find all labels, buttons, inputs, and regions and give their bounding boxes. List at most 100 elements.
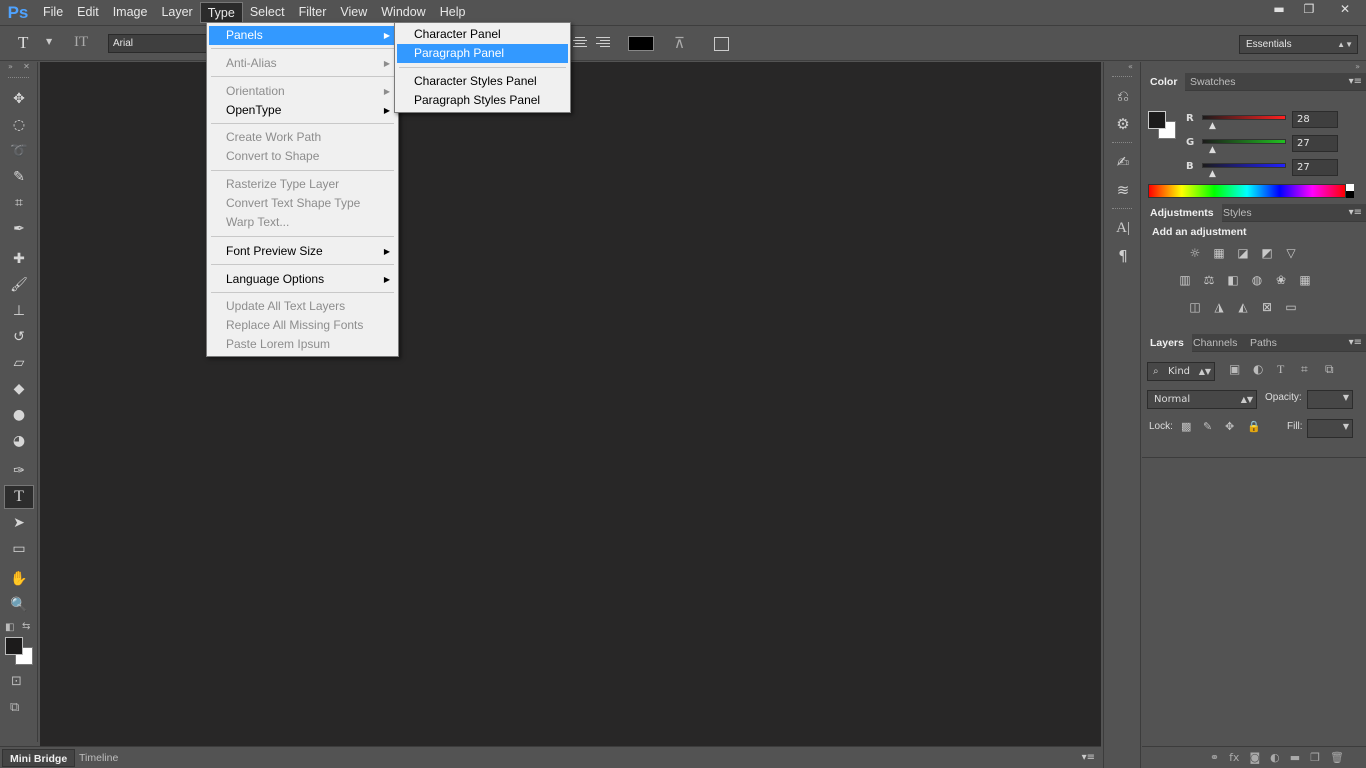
menu-item-anti-alias[interactable]: Anti-Alias ▶ [209, 54, 396, 73]
toggle-panels-icon[interactable] [714, 37, 729, 51]
red-value-field[interactable]: 28 [1292, 111, 1338, 128]
brush-panel-icon[interactable]: ≋ [1104, 176, 1142, 204]
menu-image[interactable]: Image [106, 2, 155, 23]
gradient-map-icon[interactable]: ▭ [1282, 298, 1300, 316]
blue-slider[interactable] [1202, 163, 1286, 168]
align-center-icon[interactable] [573, 37, 587, 49]
preset-caret-icon[interactable]: ▼ [46, 37, 52, 46]
marquee-tool-icon[interactable]: ◌ [4, 113, 34, 137]
link-layers-icon[interactable]: ⚭ [1210, 751, 1219, 764]
menu-filter[interactable]: Filter [292, 2, 334, 23]
invert-icon[interactable]: ◫ [1186, 298, 1204, 316]
type-tool-icon[interactable]: T [4, 485, 34, 509]
levels-icon[interactable]: ▦ [1210, 244, 1228, 262]
properties-panel-icon[interactable]: ⚙ [1104, 110, 1142, 138]
crop-tool-icon[interactable]: ⌗ [4, 191, 34, 215]
tab-timeline[interactable]: Timeline [72, 749, 125, 767]
fill-field[interactable]: ▼ [1307, 419, 1353, 438]
curves-icon[interactable]: ◪ [1234, 244, 1252, 262]
path-selection-tool-icon[interactable]: ➤ [4, 511, 34, 535]
menu-item-update-all-text-layers[interactable]: Update All Text Layers [209, 297, 396, 316]
green-thumb-icon[interactable]: ▲ [1209, 145, 1216, 155]
document-canvas[interactable] [40, 62, 1101, 746]
menu-item-convert-to-shape[interactable]: Convert to Shape [209, 147, 396, 166]
exposure-icon[interactable]: ◩ [1258, 244, 1276, 262]
close-button[interactable]: ✕ [1324, 0, 1366, 18]
eraser-tool-icon[interactable]: ▱ [4, 351, 34, 375]
color-spectrum-bar[interactable] [1148, 184, 1346, 198]
menu-item-warp-text[interactable]: Warp Text... [209, 213, 396, 232]
menu-item-opentype[interactable]: OpenType ▶ [209, 101, 396, 120]
layers-list[interactable] [1142, 457, 1366, 768]
submenu-item-character-styles-panel[interactable]: Character Styles Panel [397, 72, 568, 91]
tab-color[interactable]: Color [1142, 73, 1186, 91]
new-adjustment-icon[interactable]: ◐ [1270, 751, 1280, 764]
text-color-swatch[interactable] [628, 36, 654, 51]
red-thumb-icon[interactable]: ▲ [1209, 121, 1216, 131]
blur-tool-icon[interactable]: ● [4, 403, 34, 427]
warp-text-icon[interactable]: ⊼ [674, 34, 685, 52]
filter-smart-object-icon[interactable]: ⧉ [1325, 362, 1334, 377]
brush-tool-icon[interactable]: 🖌 [4, 273, 34, 297]
menu-item-paste-lorem-ipsum[interactable]: Paste Lorem Ipsum [209, 335, 396, 354]
character-panel-icon[interactable]: A| [1104, 214, 1142, 242]
move-tool-icon[interactable]: ✥ [4, 87, 34, 111]
menu-type[interactable]: Type [199, 2, 243, 23]
minimize-button[interactable]: ▬ [1264, 0, 1294, 18]
filter-adjustment-icon[interactable]: ◐ [1253, 362, 1263, 376]
lock-transparent-icon[interactable]: ▩ [1181, 420, 1191, 433]
align-right-icon[interactable] [596, 37, 610, 49]
menu-help[interactable]: Help [433, 2, 473, 23]
paint-bucket-tool-icon[interactable]: ◆ [4, 377, 34, 401]
menu-view[interactable]: View [333, 2, 374, 23]
lock-all-icon[interactable]: 🔒 [1247, 420, 1261, 433]
workspace-select[interactable]: Essentials ▲▼ [1239, 35, 1358, 54]
menu-item-rasterize-type-layer[interactable]: Rasterize Type Layer [209, 175, 396, 194]
lasso-tool-icon[interactable]: ➰ [4, 139, 34, 163]
menu-window[interactable]: Window [374, 2, 432, 23]
color-lookup-icon[interactable]: ▦ [1296, 271, 1314, 289]
submenu-item-paragraph-panel[interactable]: Paragraph Panel [397, 44, 568, 63]
blue-thumb-icon[interactable]: ▲ [1209, 169, 1216, 179]
submenu-item-character-panel[interactable]: Character Panel [397, 25, 568, 44]
add-mask-icon[interactable]: ◙ [1249, 751, 1260, 764]
toolbar-grip[interactable] [8, 77, 29, 81]
swap-colors-icon[interactable]: ⇆ [22, 621, 30, 632]
panel-menu-icon[interactable]: ▾≡ [1349, 337, 1362, 348]
red-slider[interactable] [1202, 115, 1286, 120]
hand-tool-icon[interactable]: ✋ [4, 567, 34, 591]
paragraph-panel-icon[interactable]: ¶ [1104, 242, 1142, 270]
posterize-icon[interactable]: ◮ [1210, 298, 1228, 316]
submenu-item-paragraph-styles-panel[interactable]: Paragraph Styles Panel [397, 91, 568, 110]
layer-style-icon[interactable]: fx [1229, 751, 1239, 764]
filter-type-icon[interactable]: T [1277, 362, 1284, 377]
blue-value-field[interactable]: 27 [1292, 159, 1338, 176]
menu-file[interactable]: File [36, 2, 70, 23]
type-tool-preset-icon[interactable]: T [18, 33, 28, 53]
menu-item-panels[interactable]: Panels ▶ [209, 26, 396, 45]
screen-mode-icon[interactable]: ⧉ [10, 700, 19, 715]
green-value-field[interactable]: 27 [1292, 135, 1338, 152]
panel-menu-icon[interactable]: ▾≡ [1082, 752, 1095, 763]
restore-button[interactable]: ❐ [1294, 0, 1324, 18]
default-colors-icon[interactable]: ◧ [5, 622, 14, 633]
delete-layer-icon[interactable]: 🗑 [1330, 751, 1344, 764]
panel-menu-icon[interactable]: ▾≡ [1349, 76, 1362, 87]
menu-item-orientation[interactable]: Orientation ▶ [209, 82, 396, 101]
clone-stamp-tool-icon[interactable]: ⊥ [4, 299, 34, 323]
eyedropper-tool-icon[interactable]: ✒ [4, 217, 34, 241]
menu-item-replace-all-missing-fonts[interactable]: Replace All Missing Fonts [209, 316, 396, 335]
menu-edit[interactable]: Edit [70, 2, 106, 23]
tab-styles[interactable]: Styles [1215, 204, 1260, 222]
color-balance-icon[interactable]: ⚖ [1200, 271, 1218, 289]
quick-mask-icon[interactable]: ⊡ [11, 674, 22, 689]
tab-channels[interactable]: Channels [1185, 334, 1245, 352]
toggle-orientation-icon[interactable]: IT [74, 34, 88, 51]
brush-presets-icon[interactable]: ✍ [1104, 148, 1142, 176]
rectangle-tool-icon[interactable]: ▭ [4, 537, 34, 561]
collapse-toolbar-icon[interactable]: » ✕ [0, 62, 37, 72]
blend-mode-select[interactable]: Normal ▲▼ [1147, 390, 1257, 409]
kind-filter-select[interactable]: ⌕ Kind ▲▼ [1147, 362, 1215, 381]
filter-pixel-icon[interactable]: ▣ [1229, 362, 1240, 376]
menu-item-font-preview-size[interactable]: Font Preview Size ▶ [209, 242, 396, 261]
